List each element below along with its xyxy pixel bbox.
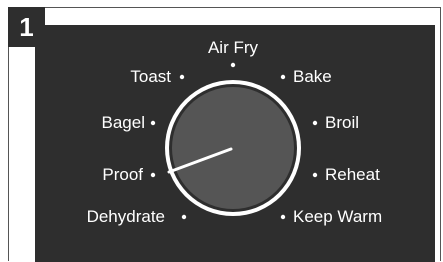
option-dot-broil	[312, 120, 318, 126]
option-dot-toast	[179, 74, 185, 80]
option-dot-bake	[280, 74, 286, 80]
option-label-air-fry: Air Fry	[208, 38, 259, 57]
option-label-dehydrate: Dehydrate	[87, 207, 165, 226]
option-label-keep-warm: Keep Warm	[293, 207, 382, 226]
option-label-bagel: Bagel	[102, 113, 145, 132]
option-dot-proof	[150, 172, 156, 178]
option-label-proof: Proof	[102, 165, 143, 184]
step-number: 1	[19, 11, 34, 42]
option-label-toast: Toast	[130, 67, 171, 86]
option-dot-bagel	[150, 120, 156, 126]
option-dot-reheat	[312, 172, 318, 178]
option-label-bake: Bake	[293, 67, 332, 86]
option-label-reheat: Reheat	[325, 165, 380, 184]
control-panel-illustration: Air Fry Toast Bake Bagel Broil Proof Reh…	[35, 25, 435, 262]
option-dot-keep-warm	[280, 214, 286, 220]
option-dot-dehydrate	[181, 214, 187, 220]
option-label-broil: Broil	[325, 113, 359, 132]
mode-knob[interactable]	[165, 80, 301, 216]
knob-face	[172, 87, 294, 209]
option-dot-air-fry	[230, 62, 236, 68]
control-panel: Air Fry Toast Bake Bagel Broil Proof Reh…	[35, 25, 435, 262]
